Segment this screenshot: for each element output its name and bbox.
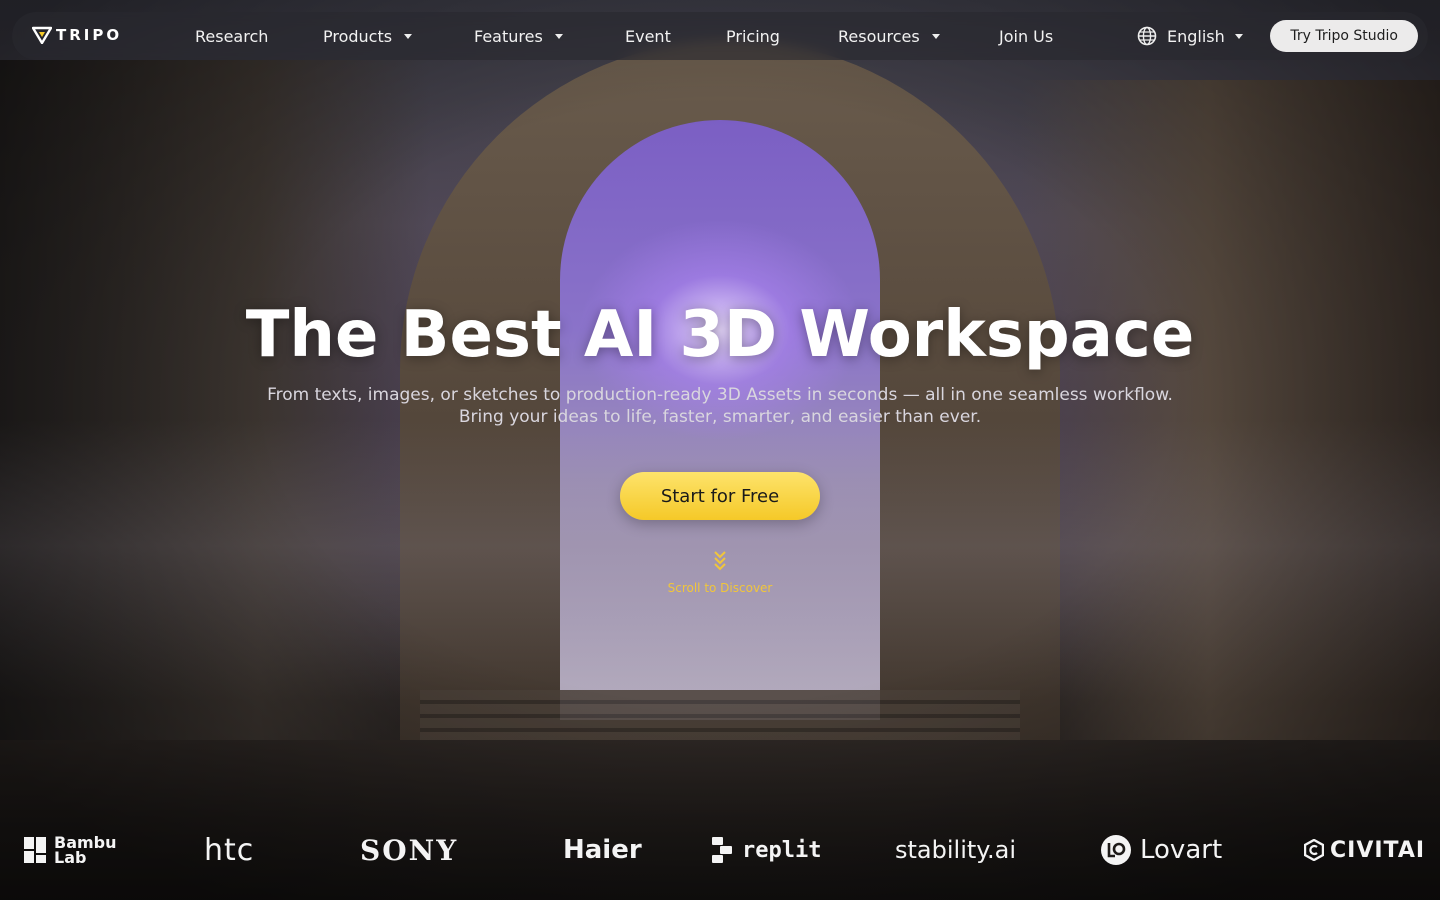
nav-products-label: Products	[323, 26, 393, 46]
partner-logo-haier: Haier	[563, 830, 642, 870]
language-selector[interactable]: English	[1137, 12, 1243, 60]
bambu-lab-line2: Lab	[54, 848, 87, 867]
try-tripo-studio-button[interactable]: Try Tripo Studio	[1270, 20, 1418, 52]
partner-logo-lovart: Lovart	[1100, 830, 1222, 870]
civitai-wordmark: CIVITAI	[1330, 837, 1426, 863]
caret-down-icon	[554, 33, 563, 39]
partner-logo-civitai: CIVITAI	[1304, 830, 1425, 870]
partner-logo-stability-ai: stability.ai	[895, 830, 1016, 870]
civitai-mark-icon	[1304, 839, 1324, 861]
htc-wordmark: htc	[204, 832, 255, 868]
nav-join-us-label: Join Us	[999, 26, 1054, 46]
nav-research-label: Research	[195, 26, 269, 46]
hero-background-image	[0, 0, 1440, 900]
nav-join-us[interactable]: Join Us	[999, 12, 1053, 60]
vignette-overlay	[0, 0, 1440, 900]
caret-down-icon	[931, 33, 940, 39]
stability-ai-wordmark: stability.ai	[895, 836, 1017, 864]
nav-event-label: Event	[625, 26, 671, 46]
bambu-lab-wordmark: Bambu Lab	[54, 835, 117, 867]
nav-pricing-label: Pricing	[726, 26, 780, 46]
nav-resources[interactable]: Resources	[838, 12, 940, 60]
chevrons-down-icon[interactable]	[711, 550, 729, 572]
lovart-mark-icon	[1101, 835, 1131, 865]
nav-research[interactable]: Research	[195, 12, 268, 60]
partner-logo-replit: replit	[712, 830, 821, 870]
partner-logo-bambu-lab: Bambu Lab	[24, 830, 117, 870]
hero-title: The Best AI 3D Workspace	[245, 298, 1195, 372]
replit-mark-icon	[712, 837, 732, 863]
caret-down-icon	[404, 33, 413, 39]
nav-products[interactable]: Products	[323, 12, 413, 60]
caret-down-icon	[1234, 33, 1243, 39]
nav-event[interactable]: Event	[625, 12, 671, 60]
globe-icon	[1137, 26, 1157, 46]
haier-wordmark: Haier	[563, 835, 642, 865]
sony-wordmark: SONY	[360, 833, 459, 867]
replit-wordmark: replit	[742, 837, 822, 863]
tripo-logo-icon	[32, 26, 52, 44]
nav-pricing[interactable]: Pricing	[726, 12, 780, 60]
hero-subtitle-line1: From texts, images, or sketches to produ…	[267, 385, 1173, 405]
partner-logo-sony: SONY	[360, 830, 458, 870]
top-navbar: TRIPO Research Products Features Event P…	[12, 12, 1428, 60]
start-for-free-button[interactable]: Start for Free	[620, 472, 820, 520]
partner-logo-htc: htc	[204, 830, 254, 870]
nav-features-label: Features	[474, 26, 543, 46]
scroll-to-discover-label[interactable]: Scroll to Discover	[0, 581, 1440, 595]
logo-text: TRIPO	[56, 26, 123, 44]
bambu-lab-mark-icon	[24, 837, 46, 863]
hero-subtitle-line2: Bring your ideas to life, faster, smarte…	[458, 407, 982, 427]
language-label: English	[1167, 26, 1225, 46]
tripo-logo[interactable]: TRIPO	[32, 26, 122, 44]
nav-resources-label: Resources	[838, 26, 920, 46]
nav-features[interactable]: Features	[474, 12, 563, 60]
lovart-wordmark: Lovart	[1140, 835, 1223, 865]
